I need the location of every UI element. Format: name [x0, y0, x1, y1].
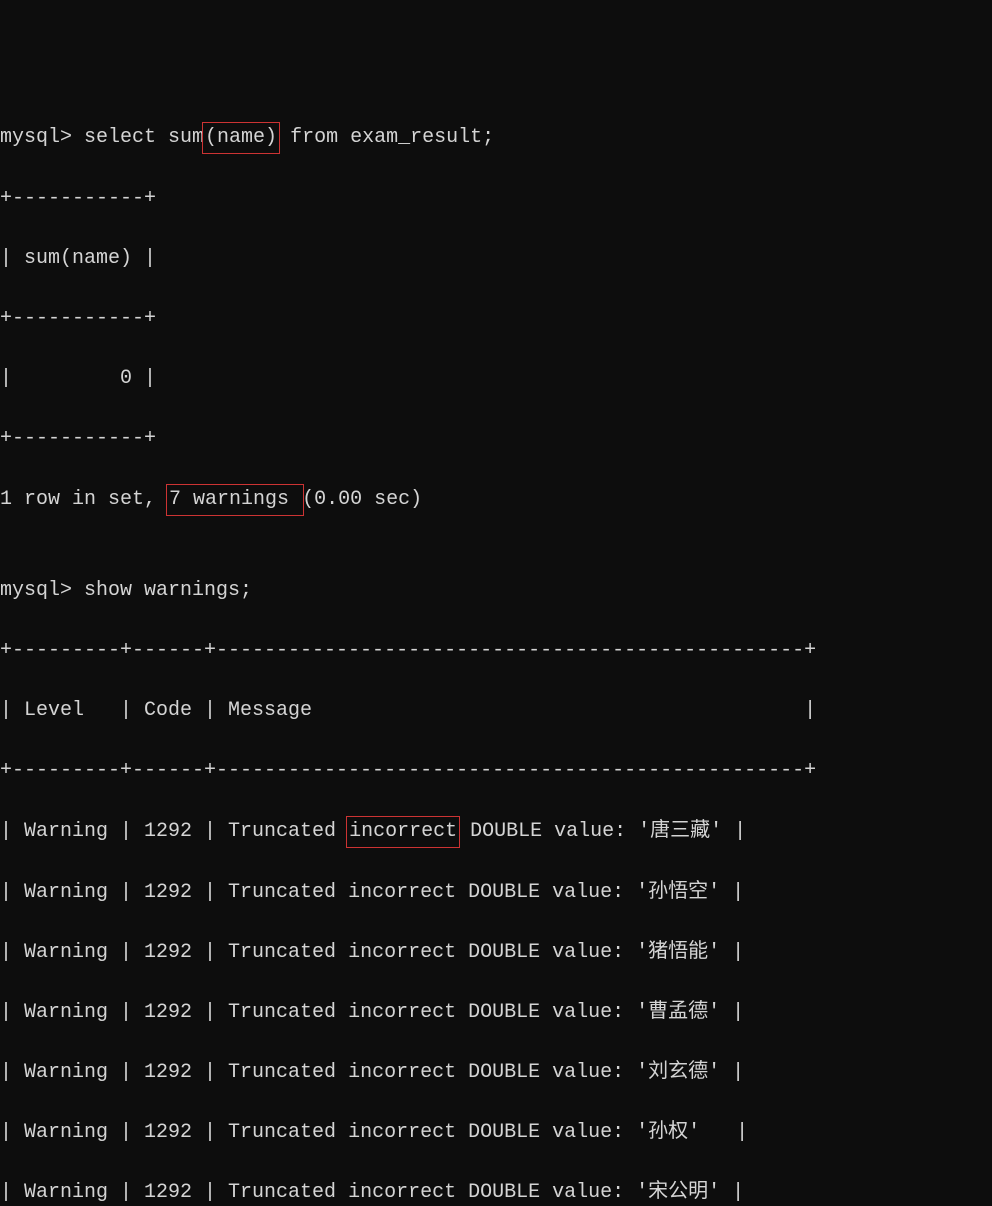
row-end: ' | — [708, 941, 744, 964]
highlight-sum-name: (name) — [202, 122, 280, 154]
row-end: ' | — [708, 1181, 744, 1204]
row-end: ' | — [710, 820, 746, 843]
table-value: | 0 | — [0, 364, 992, 394]
row-value: 唐三藏 — [650, 820, 710, 843]
row-value: 曹孟德 — [648, 1001, 708, 1024]
highlight-incorrect: incorrect — [346, 816, 460, 848]
warning-row-6: | Warning | 1292 | Truncated incorrect D… — [0, 1178, 992, 1206]
table-border: +-----------+ — [0, 424, 992, 454]
row-prefix: | Warning | 1292 | Truncated — [0, 881, 348, 904]
row-end: ' | — [708, 1061, 744, 1084]
row-mid-text: DOUBLE value: ' — [456, 881, 648, 904]
status-prefix: 1 row in set, — [0, 488, 168, 511]
warning-row-3: | Warning | 1292 | Truncated incorrect D… — [0, 998, 992, 1028]
row-mid: incorrect — [348, 1001, 456, 1024]
row-mid-text: DOUBLE value: ' — [458, 820, 650, 843]
status-line: 1 row in set, 7 warnings (0.00 sec) — [0, 484, 992, 516]
query-suffix: from exam_result; — [278, 126, 494, 149]
row-mid: incorrect — [348, 1181, 456, 1204]
table-header: | sum(name) | — [0, 244, 992, 274]
warning-row-5: | Warning | 1292 | Truncated incorrect D… — [0, 1118, 992, 1148]
row-mid: incorrect — [348, 1061, 456, 1084]
row-end: ' | — [708, 1001, 744, 1024]
highlight-warnings: 7 warnings — [166, 484, 304, 516]
status-suffix: (0.00 sec) — [302, 488, 422, 511]
row-mid: incorrect — [348, 941, 456, 964]
warning-row-0: | Warning | 1292 | Truncated incorrect D… — [0, 816, 992, 848]
row-prefix: | Warning | 1292 | Truncated — [0, 941, 348, 964]
prompt-text: mysql> select sum — [0, 126, 204, 149]
table-border: +---------+------+----------------------… — [0, 756, 992, 786]
query-line-1: mysql> select sum(name) from exam_result… — [0, 122, 992, 154]
row-prefix: | Warning | 1292 | Truncated — [0, 1061, 348, 1084]
warning-row-1: | Warning | 1292 | Truncated incorrect D… — [0, 878, 992, 908]
row-prefix: | Warning | 1292 | Truncated — [0, 1001, 348, 1024]
row-end: ' | — [688, 1121, 748, 1144]
table-header-long: | Level | Code | Message | — [0, 696, 992, 726]
warning-row-2: | Warning | 1292 | Truncated incorrect D… — [0, 938, 992, 968]
row-end: ' | — [708, 881, 744, 904]
row-mid-text: DOUBLE value: ' — [456, 941, 648, 964]
row-prefix: | Warning | 1292 | Truncated — [0, 1181, 348, 1204]
row-mid: incorrect — [348, 1121, 456, 1144]
row-mid-text: DOUBLE value: ' — [456, 1001, 648, 1024]
row-mid-text: DOUBLE value: ' — [456, 1121, 648, 1144]
row-value: 猪悟能 — [648, 941, 708, 964]
row-mid-text: DOUBLE value: ' — [456, 1061, 648, 1084]
row-mid-text: DOUBLE value: ' — [456, 1181, 648, 1204]
table-border: +-----------+ — [0, 304, 992, 334]
warning-row-4: | Warning | 1292 | Truncated incorrect D… — [0, 1058, 992, 1088]
table-border: +---------+------+----------------------… — [0, 636, 992, 666]
row-value: 宋公明 — [648, 1181, 708, 1204]
query-line-2: mysql> show warnings; — [0, 576, 992, 606]
row-prefix: | Warning | 1292 | Truncated — [0, 820, 348, 843]
row-value: 孙悟空 — [648, 881, 708, 904]
table-border: +-----------+ — [0, 184, 992, 214]
row-value: 孙权 — [648, 1121, 688, 1144]
row-value: 刘玄德 — [648, 1061, 708, 1084]
row-mid: incorrect — [348, 881, 456, 904]
row-prefix: | Warning | 1292 | Truncated — [0, 1121, 348, 1144]
